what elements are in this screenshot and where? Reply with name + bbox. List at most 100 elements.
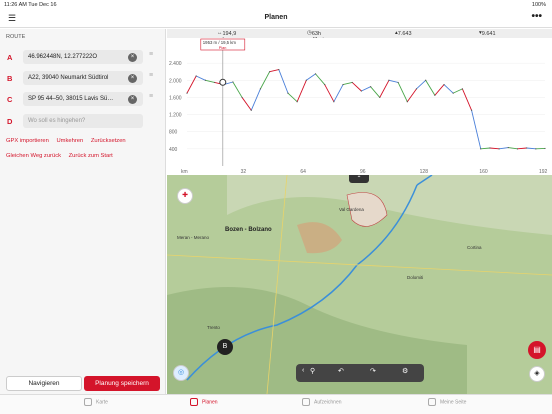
y-tick-label: 800 [169,130,178,136]
map-label: Meran - Merano [177,235,210,240]
tab-plan[interactable]: Planen [190,398,218,406]
reverse-link[interactable]: Umkehren [56,138,83,144]
elevation-point [213,81,216,84]
elevation-segment [306,73,316,81]
elevation-point [526,147,528,149]
waypoint-a-field[interactable]: 46.962448N, 12.277222O [23,50,143,64]
status-bar: 11:26 AM Tue Dec 16 100% [0,0,552,10]
elevation-segment [443,84,454,94]
back-to-start-link[interactable]: Zurück zum Start [69,153,113,159]
elevation-segment [406,88,417,102]
more-icon[interactable]: ••• [531,11,542,22]
stat-ascent: ▴7.643 m [395,30,412,43]
map-tab-icon [84,398,92,406]
elevation-segment [361,86,371,92]
elevation-point [259,88,262,90]
elevation-point [498,148,500,150]
elevation-point [434,94,436,96]
map-label: Dolomiti [407,275,424,280]
elevation-point [397,81,399,84]
bottom-buttons: Navigieren Planung speichern [0,374,166,394]
elevation-point [379,96,381,99]
page-title: Planen [264,14,288,21]
elevation-point [360,90,363,92]
hiking-icon[interactable]: ⚲ [310,367,315,375]
elevation-point [287,92,289,94]
stat-duration: ◷63h 41min [307,30,327,43]
record-tab-icon [302,398,310,406]
elevation-segment [232,81,243,98]
elevation-segment [471,110,482,149]
map-layers-icon[interactable]: ◈ [529,366,545,382]
elevation-point [535,148,537,150]
clear-icon[interactable]: × [128,74,137,83]
elevation-point [296,101,298,103]
elevation-chart[interactable]: 2.400 2.000 1.600 1.200 800 400 km 32 64 96 128 160… [167,38,552,175]
route-heading: ROUTE [6,34,26,40]
route-stats: ↔194,9 km ◷63h 41min ▴7.643 m ▾9.641 m [167,29,552,43]
elevation-point [314,73,317,75]
chevron-up-icon[interactable]: ⌃ [349,175,369,183]
chevron-left-icon[interactable]: ‹ [302,367,304,374]
redo-icon[interactable]: ↷ [370,367,376,375]
elevation-segment [333,84,344,102]
waypoint-letter: B [7,74,13,83]
elevation-segment [461,88,472,111]
same-way-back-link[interactable]: Gleichen Weg zurück [6,153,61,159]
elevation-point [480,148,482,150]
save-plan-button[interactable]: Planung speichern [84,376,160,391]
undo-icon[interactable]: ↶ [338,367,344,375]
waypoint-c-field[interactable]: SP 95 44–50, 38015 Lavis Sü… [23,92,143,106]
elevation-segment [416,79,426,90]
elevation-point [351,81,353,84]
waypoint-d-field[interactable]: Wo soll es hingehen? [23,114,143,128]
drag-handle-icon[interactable]: ≡ [149,93,158,100]
y-tick-label: 2.000 [169,78,182,84]
locate-icon[interactable]: ◎ [173,365,189,381]
elevation-point [195,75,197,77]
waypoint-b: B A22, 39040 Neumarkt Südtirol × ≡ [0,71,166,87]
drag-handle-icon[interactable]: ≡ [149,72,158,79]
tab-profile[interactable]: Meine Seite [428,398,466,406]
elevation-segment [453,88,463,94]
elevation-point [425,79,427,81]
tab-map[interactable]: Karte [84,398,108,406]
elevation-segment [351,82,362,92]
clear-icon[interactable]: × [128,95,137,104]
route-settings-icon[interactable]: ⚙ [402,367,408,375]
elevation-point [443,83,445,86]
elevation-segment [397,82,408,102]
elevation-point [324,83,326,86]
waypoint-letter: A [7,53,13,62]
route-actions-row1: GPX importieren Umkehren Zurücksetzen [6,138,132,144]
route-actions-row2: Gleichen Weg zurück Zurück zum Start [6,153,119,159]
compass-icon[interactable]: ✚ [177,188,193,204]
y-tick-label: 1.600 [169,95,182,101]
tab-record[interactable]: Aufzeichnen [302,398,342,406]
elevation-segment [324,84,335,102]
map-label: Bozen - Bolzano [225,227,272,233]
layers-toggle-icon[interactable]: ▤ [528,341,546,359]
elevation-point [241,96,243,99]
map-view[interactable]: Bozen - Bolzano Meran - Merano Val Garde… [167,175,552,394]
map-label: Trento [207,325,220,330]
waypoint-b-field[interactable]: A22, 39040 Neumarkt Südtirol [23,71,143,85]
waypoint-a: A 46.962448N, 12.277222O × ≡ [0,50,166,66]
elevation-segment [388,79,399,83]
nav-bar: ☰ Planen ••• [0,10,552,28]
elevation-segment [269,69,279,73]
reset-link[interactable]: Zurücksetzen [91,138,126,144]
drag-handle-icon[interactable]: ≡ [149,51,158,58]
cursor-tooltip-text: 1953 m / 19,5 km [203,40,237,45]
profile-tab-icon [428,398,436,406]
clear-icon[interactable]: × [128,53,137,62]
map-controls: ‹ ⚲ ↶ ↷ ⚙ [296,364,424,382]
navigate-button[interactable]: Navigieren [6,376,82,391]
elevation-segment [250,88,261,111]
gpx-import-link[interactable]: GPX importieren [6,138,49,144]
tab-bar: Karte Planen Aufzeichnen Meine Seite [0,394,552,414]
waypoint-b-marker[interactable]: B [217,339,233,355]
y-tick-label: 400 [169,147,178,153]
elevation-segment [370,86,381,98]
elevation-point [369,86,372,88]
